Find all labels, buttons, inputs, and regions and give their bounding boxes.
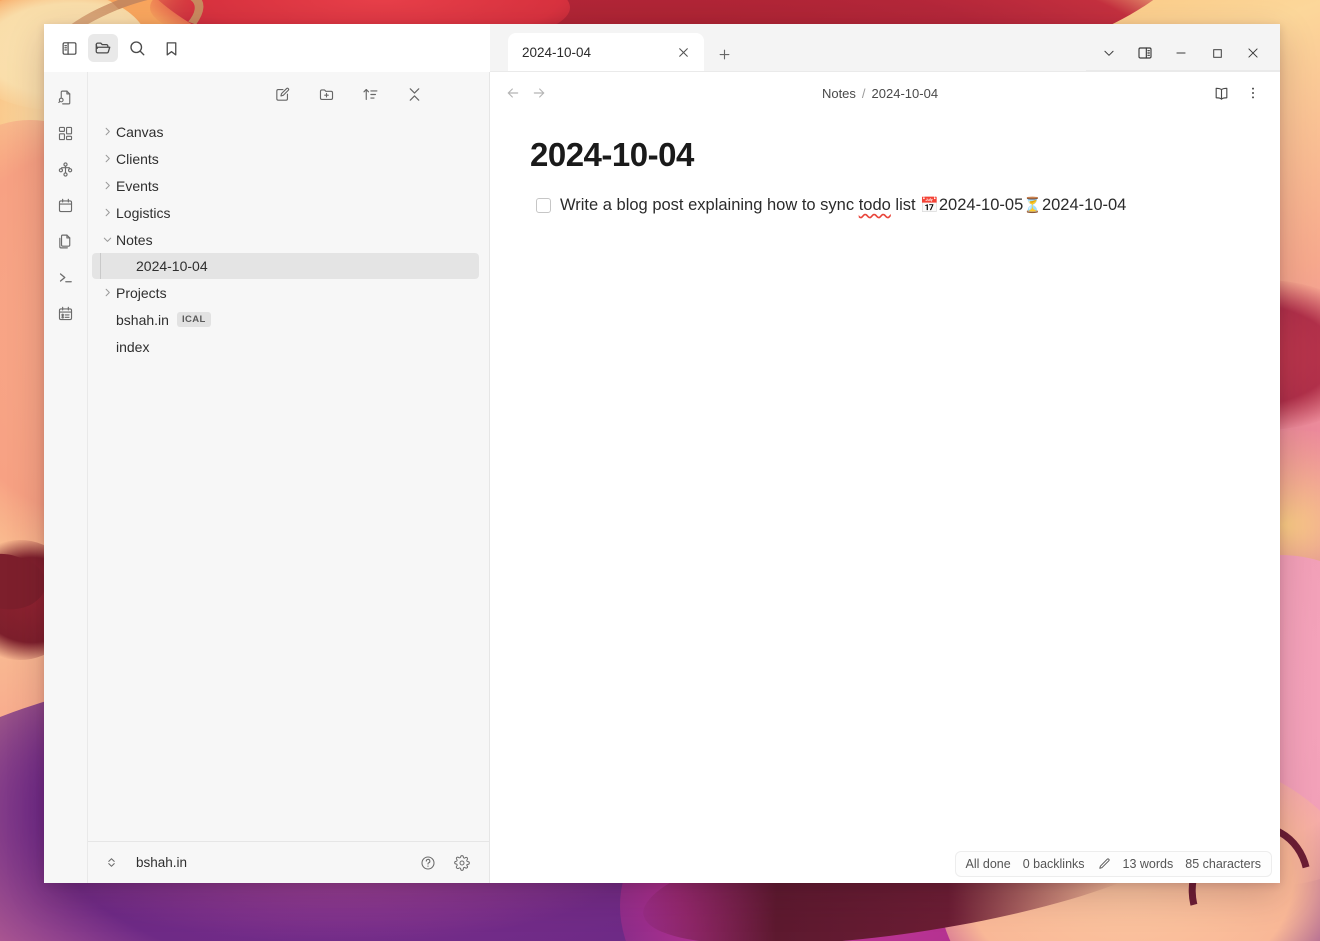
todo-text-after: list bbox=[890, 196, 921, 214]
sidebar-action-bar bbox=[88, 72, 489, 116]
dashboard-grid-icon[interactable] bbox=[52, 120, 80, 146]
desktop-wallpaper: 2024-10-04 Canvas Clients Events Logisti… bbox=[0, 0, 1320, 941]
titlebar: 2024-10-04 bbox=[44, 24, 1280, 72]
status-tasks[interactable]: All done bbox=[966, 857, 1011, 871]
status-bar: All done 0 backlinks 13 words 85 charact… bbox=[954, 851, 1272, 877]
chevron-right-icon[interactable] bbox=[98, 287, 116, 298]
tree-item-label: Logistics bbox=[116, 204, 171, 221]
todo-checkbox[interactable] bbox=[536, 198, 551, 213]
tree-item-events[interactable]: Events bbox=[88, 172, 489, 199]
tree-item-label: Events bbox=[116, 177, 159, 194]
terminal-icon[interactable] bbox=[52, 264, 80, 290]
pencil-icon[interactable] bbox=[1097, 857, 1111, 871]
todo-scheduled-date: 2024-10-04 bbox=[1041, 196, 1127, 214]
page-title: 2024-10-04 bbox=[530, 136, 694, 173]
tree-item-2024-10-04[interactable]: 2024-10-04 bbox=[92, 253, 479, 279]
calendar-icon[interactable] bbox=[52, 192, 80, 218]
todo-text: Write a blog post explaining how to sync… bbox=[560, 196, 1126, 215]
calendar-agenda-icon[interactable] bbox=[52, 300, 80, 326]
new-note-icon[interactable] bbox=[270, 82, 296, 106]
new-folder-icon[interactable] bbox=[314, 82, 340, 106]
help-circle-icon[interactable] bbox=[415, 851, 441, 875]
todo-text-before: Write a blog post explaining how to sync bbox=[560, 196, 859, 214]
tree-item-bshah-in[interactable]: bshah.in ICAL bbox=[88, 306, 489, 333]
breadcrumb: Notes / 2024-10-04 bbox=[552, 86, 1208, 101]
todo-spellcheck-word: todo bbox=[858, 196, 891, 214]
tree-item-label: Projects bbox=[116, 284, 167, 301]
toggle-left-sidebar-button[interactable] bbox=[54, 34, 84, 62]
tab-2024-10-04[interactable]: 2024-10-04 bbox=[508, 33, 704, 71]
status-characters: 85 characters bbox=[1185, 857, 1261, 871]
forward-arrow-icon[interactable] bbox=[526, 81, 552, 105]
status-words: 13 words bbox=[1122, 857, 1174, 871]
tab-strip: 2024-10-04 bbox=[490, 24, 1280, 72]
tree-item-notes[interactable]: Notes bbox=[88, 226, 489, 253]
tree-item-canvas[interactable]: Canvas bbox=[88, 118, 489, 145]
status-backlinks[interactable]: 0 backlinks bbox=[1023, 857, 1085, 871]
editor-header-actions bbox=[1208, 81, 1266, 105]
files-button[interactable] bbox=[88, 34, 118, 62]
tree-item-label: Notes bbox=[116, 231, 153, 248]
back-arrow-icon[interactable] bbox=[500, 81, 526, 105]
vault-name: bshah.in bbox=[136, 855, 188, 870]
tree-item-label: 2024-10-04 bbox=[136, 258, 208, 274]
tree-item-label: bshah.in bbox=[116, 311, 169, 328]
right-sidebar-toggle-icon[interactable] bbox=[1128, 36, 1162, 70]
maximize-button[interactable] bbox=[1200, 36, 1234, 70]
book-open-icon[interactable] bbox=[1208, 81, 1234, 105]
breadcrumb-parent[interactable]: Notes bbox=[822, 86, 856, 101]
bookmarks-button[interactable] bbox=[156, 34, 186, 62]
chevron-right-icon[interactable] bbox=[98, 207, 116, 218]
due-date-calendar-icon: 📅 bbox=[920, 197, 939, 214]
new-tab-button[interactable] bbox=[710, 37, 738, 71]
tree-item-projects[interactable]: Projects bbox=[88, 279, 489, 306]
gear-icon[interactable] bbox=[449, 851, 475, 875]
titlebar-left-tools bbox=[44, 24, 490, 72]
tree-item-logistics[interactable]: Logistics bbox=[88, 199, 489, 226]
scheduled-hourglass-icon: ⏳ bbox=[1023, 197, 1042, 214]
chevron-down-icon[interactable] bbox=[1092, 36, 1126, 70]
tree-item-index[interactable]: index bbox=[88, 333, 489, 360]
chevron-up-down-icon[interactable] bbox=[98, 851, 124, 875]
todo-item[interactable]: Write a blog post explaining how to sync… bbox=[530, 196, 1240, 215]
chevron-down-icon[interactable] bbox=[98, 234, 116, 245]
tab-close-icon[interactable] bbox=[672, 41, 694, 63]
chevron-right-icon[interactable] bbox=[98, 126, 116, 137]
ical-badge: ICAL bbox=[176, 312, 211, 327]
breadcrumb-separator: / bbox=[861, 85, 866, 101]
search-button[interactable] bbox=[122, 34, 152, 62]
window-body: Canvas Clients Events Logistics Notes 20… bbox=[44, 72, 1280, 883]
tab-label: 2024-10-04 bbox=[522, 44, 592, 60]
collapse-all-icon[interactable] bbox=[402, 82, 428, 106]
tree-item-clients[interactable]: Clients bbox=[88, 145, 489, 172]
todo-due-date: 2024-10-05 bbox=[938, 196, 1024, 214]
indent-guide bbox=[100, 253, 101, 279]
document-body[interactable]: 2024-10-04 Write a blog post explaining … bbox=[490, 114, 1280, 883]
editor-header: Notes / 2024-10-04 bbox=[490, 72, 1280, 114]
more-vertical-icon[interactable] bbox=[1240, 81, 1266, 105]
chevron-right-icon[interactable] bbox=[98, 180, 116, 191]
window-controls bbox=[1086, 36, 1280, 71]
graph-nodes-icon[interactable] bbox=[52, 156, 80, 182]
minimize-button[interactable] bbox=[1164, 36, 1198, 70]
file-explorer-sidebar: Canvas Clients Events Logistics Notes 20… bbox=[88, 72, 490, 883]
breadcrumb-current[interactable]: 2024-10-04 bbox=[872, 86, 939, 101]
editor-pane: Notes / 2024-10-04 2024-10-04 Write a bl… bbox=[490, 72, 1280, 883]
sidebar-footer: bshah.in bbox=[88, 841, 489, 883]
app-window: 2024-10-04 Canvas Clients Events Logisti… bbox=[44, 24, 1280, 883]
tree-item-label: index bbox=[116, 338, 150, 355]
tree-item-label: Clients bbox=[116, 150, 159, 167]
tree-item-label: Canvas bbox=[116, 123, 164, 140]
file-tree: Canvas Clients Events Logistics Notes 20… bbox=[88, 116, 489, 841]
close-button[interactable] bbox=[1236, 36, 1270, 70]
chevron-right-icon[interactable] bbox=[98, 153, 116, 164]
copy-files-icon[interactable] bbox=[52, 228, 80, 254]
left-icon-rail bbox=[44, 72, 88, 883]
sort-icon[interactable] bbox=[358, 82, 384, 106]
file-search-icon[interactable] bbox=[52, 84, 80, 110]
